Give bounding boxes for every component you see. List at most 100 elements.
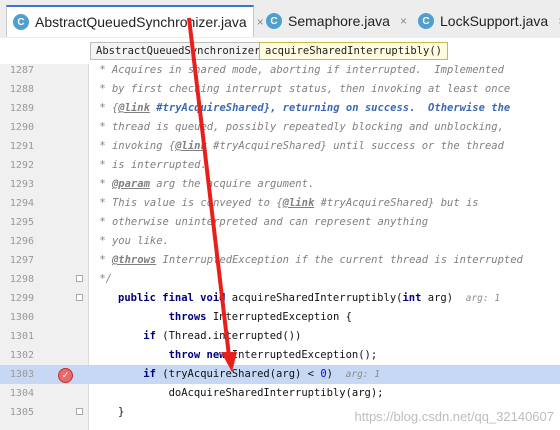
- tab-abstract-queued-synchronizer[interactable]: C AbstractQueuedSynchronizer.java ×: [6, 5, 264, 37]
- editor-tab-bar: C AbstractQueuedSynchronizer.java × C Se…: [0, 0, 560, 39]
- line-number: 1290: [9, 122, 34, 133]
- code-token: (Thread.interrupted()): [155, 330, 302, 342]
- comment-text: #tryAcquireShared} but is: [314, 197, 479, 209]
- comment-text: #tryAcquireShared} until success or the …: [206, 140, 504, 152]
- javadoc-tag: @link: [118, 102, 150, 114]
- code-text: throw new InterruptedException();: [118, 346, 378, 365]
- comment-text: * This value is conveyed to {: [93, 197, 283, 209]
- code-line: 1295 * otherwise uninterpreted and can r…: [0, 213, 560, 232]
- line-number: 1305: [9, 407, 34, 418]
- comment-text: *: [93, 178, 112, 190]
- code-text: * {@link #tryAcquireShared}, returning o…: [93, 99, 510, 118]
- tab-label: Semaphore.java: [288, 13, 390, 29]
- code-line: 1300 throws InterruptedException {: [0, 308, 560, 327]
- tab-semaphore[interactable]: C Semaphore.java ×: [260, 5, 408, 37]
- fold-marker-icon[interactable]: [76, 275, 83, 282]
- breakpoint-icon[interactable]: ✓: [58, 368, 73, 383]
- debug-inline-value: arg: 1: [465, 293, 501, 304]
- code-token: ): [326, 368, 333, 380]
- code-line: 1301 if (Thread.interrupted()): [0, 327, 560, 346]
- code-line: 1302 throw new InterruptedException();: [0, 346, 560, 365]
- class-file-icon: C: [266, 13, 282, 29]
- javadoc-tag: @link: [282, 197, 315, 209]
- keyword: if: [118, 330, 156, 342]
- keyword: public final void: [118, 292, 226, 304]
- code-line: 1296 * you like.: [0, 232, 560, 251]
- code-text: */: [93, 273, 112, 285]
- code-line: 1294 * This value is conveyed to {@link …: [0, 194, 560, 213]
- line-number: 1294: [9, 198, 34, 209]
- code-line: 1293 * @param arg the acquire argument.: [0, 175, 560, 194]
- code-token: (tryAcquireShared(arg) <: [155, 368, 321, 380]
- code-line: 1288 * by first checking interrupt statu…: [0, 80, 560, 99]
- line-number: 1298: [9, 274, 34, 285]
- code-text: * @throws InterruptedException if the cu…: [93, 251, 523, 270]
- code-line-current: 1303 ✓ if (tryAcquireShared(arg) < 0) ar…: [0, 365, 560, 384]
- line-number: 1293: [9, 179, 34, 190]
- code-text: * you like.: [93, 235, 169, 247]
- debug-inline-value: arg: 1: [345, 369, 380, 380]
- code-line: 1289 * {@link #tryAcquireShared}, return…: [0, 99, 560, 118]
- javadoc-tag: @throws: [111, 254, 157, 266]
- code-token: InterruptedException {: [206, 311, 352, 323]
- line-number: 1300: [9, 312, 34, 323]
- code-token: arg): [421, 292, 454, 304]
- close-icon[interactable]: ×: [400, 14, 407, 28]
- javadoc-link: #tryAcquireShared}, returning on success…: [149, 102, 511, 114]
- line-number: 1302: [9, 350, 34, 361]
- line-number: 1292: [9, 160, 34, 171]
- fold-marker-icon[interactable]: [76, 294, 83, 301]
- line-number: 1296: [9, 236, 34, 247]
- keyword: throw new: [118, 349, 226, 361]
- keyword: throws: [118, 311, 207, 323]
- javadoc-tag: @link: [175, 140, 207, 152]
- code-line: 1290 * thread is queued, possibly repeat…: [0, 118, 560, 137]
- line-number: 1291: [9, 141, 34, 152]
- javadoc-tag: @param: [111, 178, 150, 190]
- comment-text: *: [93, 254, 112, 266]
- line-number: 1301: [9, 331, 34, 342]
- breadcrumb-class[interactable]: AbstractQueuedSynchronizer: [90, 42, 267, 60]
- code-line: 1299 public final void acquireSharedInte…: [0, 289, 560, 308]
- code-text: * otherwise uninterpreted and can repres…: [93, 216, 429, 228]
- code-text: * Acquires in shared mode, aborting if i…: [93, 64, 504, 76]
- code-text: * This value is conveyed to {@link #tryA…: [93, 194, 479, 213]
- tab-label: AbstractQueuedSynchronizer.java: [35, 14, 247, 30]
- comment-text: InterruptedException if the current thre…: [156, 254, 523, 266]
- code-text: * is interrupted.: [93, 159, 207, 171]
- code-text: if (tryAcquireShared(arg) < 0) arg: 1: [118, 365, 380, 384]
- code-text: if (Thread.interrupted()): [118, 327, 301, 346]
- code-line: 1287 * Acquires in shared mode, aborting…: [0, 61, 560, 80]
- class-file-icon: C: [13, 14, 29, 30]
- tab-lock-support[interactable]: C LockSupport.java ×: [412, 5, 560, 37]
- line-number: 1304: [9, 388, 34, 399]
- code-text: doAcquireSharedInterruptibly(arg);: [118, 387, 384, 399]
- code-token: InterruptedException();: [225, 349, 378, 361]
- code-line: 1292 * is interrupted.: [0, 156, 560, 175]
- line-number: 1303: [9, 369, 34, 380]
- tab-label: LockSupport.java: [440, 13, 549, 29]
- code-line: 1298 */: [0, 270, 560, 289]
- code-text: throws InterruptedException {: [118, 308, 352, 327]
- code-text: * by first checking interrupt status, th…: [93, 83, 511, 95]
- fold-marker-icon[interactable]: [76, 408, 83, 415]
- comment-text: * {: [93, 102, 119, 114]
- keyword: if: [118, 368, 156, 380]
- comment-text: * invoking {: [93, 140, 176, 152]
- code-text: * invoking {@link #tryAcquireShared} unt…: [93, 137, 504, 156]
- line-number: 1287: [9, 65, 34, 76]
- code-line: 1297 * @throws InterruptedException if t…: [0, 251, 560, 270]
- code-text: public final void acquireSharedInterrupt…: [118, 289, 500, 308]
- code-text: * @param arg the acquire argument.: [93, 175, 314, 194]
- keyword: int: [402, 292, 422, 304]
- line-number: 1289: [9, 103, 34, 114]
- line-number: 1297: [9, 255, 34, 266]
- code-text: * thread is queued, possibly repeatedly …: [93, 121, 504, 133]
- line-number: 1299: [9, 293, 34, 304]
- breadcrumb-method[interactable]: acquireSharedInterruptibly(): [259, 42, 449, 60]
- code-line: 1304 doAcquireSharedInterruptibly(arg);: [0, 384, 560, 403]
- code-text: }: [118, 406, 125, 418]
- line-number: 1295: [9, 217, 34, 228]
- watermark: https://blog.csdn.net/qq_32140607: [354, 409, 555, 424]
- class-file-icon: C: [418, 13, 434, 29]
